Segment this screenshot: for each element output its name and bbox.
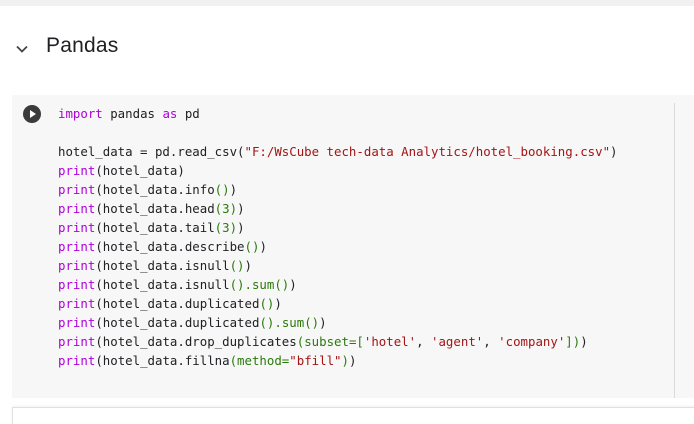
code-line: print(hotel_data.fillna(method="bfill")) [58,351,618,370]
code-token: (hotel_data.isnull [95,277,230,292]
code-token: ) [244,258,252,273]
previous-cell-edge [0,0,694,6]
section-title: Pandas [46,34,119,57]
code-token: (hotel_data.fillna [95,353,230,368]
code-token: ) [237,201,245,216]
code-token: ) [610,144,618,159]
code-token: ) [229,182,238,197]
code-token: "F:/WsCube tech-data Analytics/hotel_boo… [244,144,611,159]
code-line: print(hotel_data.head(3)) [58,199,618,218]
code-token: ().sum() [259,315,320,330]
code-token: ) [259,239,267,254]
code-token: pd [177,106,200,121]
code-token: ) [348,353,357,368]
code-line: print(hotel_data.drop_duplicates(subset=… [58,332,618,351]
code-editor[interactable]: import pandas as pd hotel_data = pd.read… [58,104,618,370]
code-token: print [58,239,96,254]
code-line: print(hotel_data.duplicated()) [58,294,618,313]
code-token: (method= [229,353,290,368]
code-line: print(hotel_data.info()) [58,180,618,199]
code-token: ) [319,315,327,330]
code-token: print [58,296,96,311]
notebook-page: Pandas import pandas as pd hotel_data = … [0,0,694,424]
code-token: print [58,220,96,235]
code-token: (3) [214,201,238,216]
code-token: print [58,258,96,273]
code-token: (hotel_data.describe [95,239,245,254]
code-line: print(hotel_data.isnull()) [58,256,618,275]
code-token: print [58,334,96,349]
code-token: print [58,315,96,330]
code-token: 'company' [498,334,566,349]
code-token: print [58,163,96,178]
code-line: print(hotel_data) [58,161,618,180]
cell-divider [674,103,675,398]
code-token: "bfill" [289,353,342,368]
code-line: print(hotel_data.duplicated().sum()) [58,313,618,332]
code-token: (hotel_data.drop_duplicates [95,334,297,349]
next-cell[interactable] [12,407,694,424]
code-token: () [259,296,275,311]
code-token: ) [580,334,588,349]
code-token: , [483,334,499,349]
chevron-down-icon[interactable] [13,40,31,58]
code-token: (subset=[ [296,334,364,349]
run-cell-button[interactable] [23,105,41,123]
code-token: (hotel_data.tail [95,220,215,235]
code-token: hotel_data = pd.read_csv( [58,144,245,159]
code-token: , [416,334,432,349]
code-token: print [58,353,96,368]
code-token: ) [237,220,245,235]
code-token: (hotel_data.duplicated [95,315,260,330]
section-header[interactable]: Pandas [0,28,694,68]
code-token: ().sum() [229,277,290,292]
code-token: print [58,201,96,216]
code-line: import pandas as pd [58,104,618,123]
code-token: (hotel_data) [95,163,185,178]
code-token: pandas [102,106,163,121]
play-icon [30,110,36,118]
code-token: import [58,106,103,121]
code-token: () [244,239,260,254]
code-token: (3) [214,220,238,235]
code-token: print [58,182,96,197]
code-token: ) [289,277,297,292]
code-token: ]) [565,334,581,349]
code-line: print(hotel_data.tail(3)) [58,218,618,237]
code-token: (hotel_data.duplicated [95,296,260,311]
code-token: () [214,182,230,197]
code-token: (hotel_data.isnull [95,258,230,273]
code-token: ) [274,296,282,311]
code-token: () [229,258,245,273]
code-token: (hotel_data.info [95,182,215,197]
code-token: as [162,106,178,121]
code-token: (hotel_data.head [95,201,215,216]
code-line: hotel_data = pd.read_csv("F:/WsCube tech… [58,142,618,161]
code-line: print(hotel_data.isnull().sum()) [58,275,618,294]
code-token: print [58,277,96,292]
code-token: 'agent' [431,334,484,349]
code-line: print(hotel_data.describe()) [58,237,618,256]
code-token: ) [341,353,349,368]
code-token: 'hotel' [363,334,417,349]
